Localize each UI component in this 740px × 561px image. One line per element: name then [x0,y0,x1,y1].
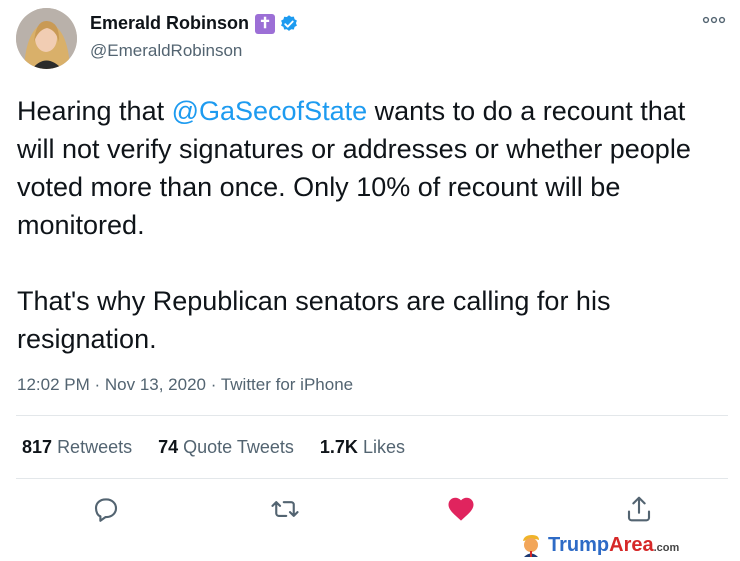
retweets-stat[interactable]: 817 Retweets [22,437,132,458]
likes-stat[interactable]: 1.7K Likes [320,437,405,458]
share-icon[interactable] [624,494,654,524]
tweet-text: Hearing that @GaSecofState wants to do a… [17,92,729,358]
author-name[interactable]: Emerald Robinson [90,13,249,34]
tweet-text-prefix: Hearing that [17,96,172,126]
action-bar [0,494,740,524]
tweet-paragraph-2: That's why Republican senators are calli… [17,286,611,354]
like-icon[interactable] [446,494,476,524]
quotes-label: Quote Tweets [183,437,294,457]
verified-icon [281,14,297,31]
quotes-count: 74 [158,437,179,457]
meta-separator: · [206,375,221,394]
more-icon[interactable] [702,14,726,26]
tweet-source[interactable]: Twitter for iPhone [221,375,353,394]
retweets-count: 817 [22,437,53,457]
watermark-text: TrumpArea.com [548,534,679,557]
divider [16,415,728,416]
cross-badge: ✝ [255,13,276,34]
divider [16,478,728,479]
watermark-area: Area [609,533,654,556]
reply-icon[interactable] [91,494,121,524]
tweet-meta: 12:02 PM · Nov 13, 2020 · Twitter for iP… [17,375,353,395]
author-row: Emerald Robinson ✝ [90,13,299,34]
tweet-paragraph-1: Hearing that @GaSecofState wants to do a… [17,92,729,244]
meta-separator: · [89,375,105,394]
quote-tweets-stat[interactable]: 74 Quote Tweets [158,437,294,458]
likes-count: 1.7K [319,437,358,457]
trump-face-icon [523,535,539,557]
tweet-date[interactable]: Nov 13, 2020 [105,375,206,394]
avatar[interactable] [16,8,77,69]
watermark-com: .com [653,541,680,554]
engagement-stats: 817 Retweets 74 Quote Tweets 1.7K Likes [22,437,431,458]
author-handle[interactable]: @EmeraldRobinson [90,41,242,61]
tweet-time[interactable]: 12:02 PM [17,375,90,394]
likes-label: Likes [362,437,405,457]
watermark-trump: Trump [548,533,610,556]
retweet-icon[interactable] [270,494,300,524]
retweets-label: Retweets [57,437,133,457]
site-watermark: TrumpArea.com [520,533,679,557]
mention-link[interactable]: @GaSecofState [172,96,368,126]
avatar-image [16,8,77,69]
